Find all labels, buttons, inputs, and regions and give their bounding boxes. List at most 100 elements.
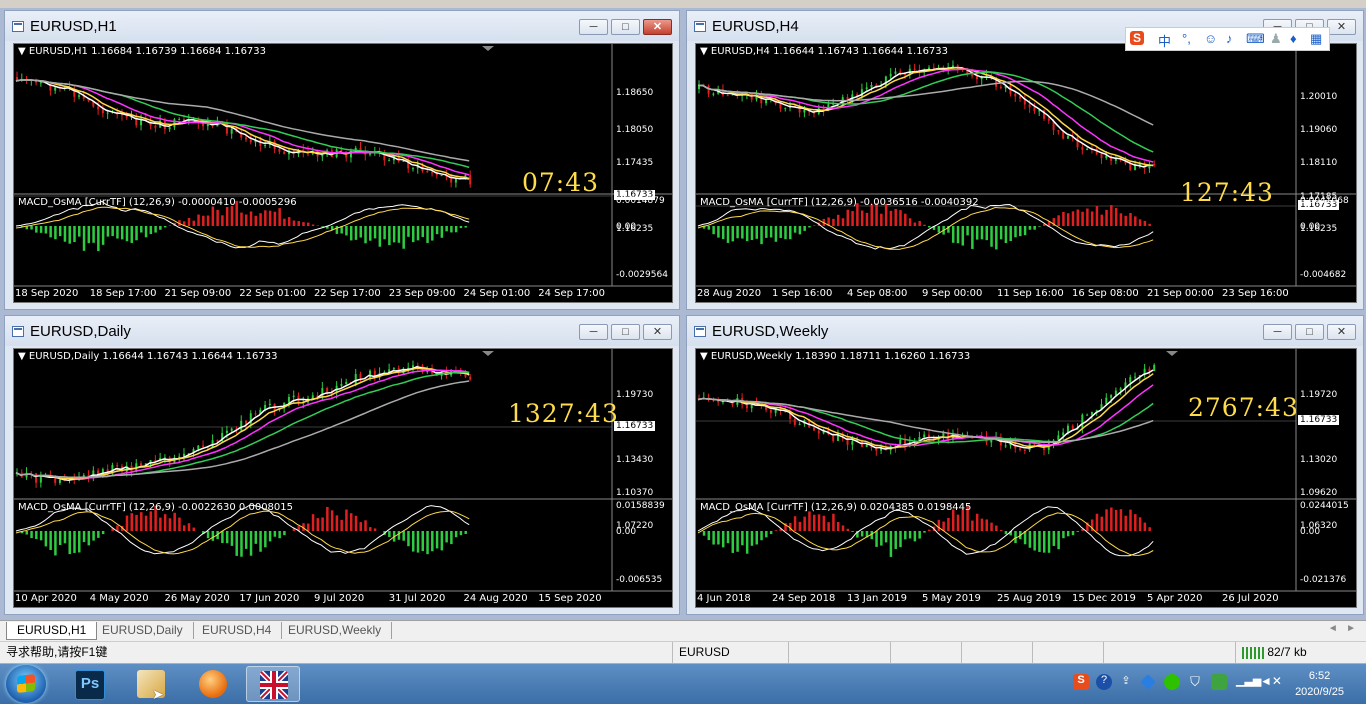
chart-shift-marker	[482, 351, 494, 356]
shirt-icon[interactable]: ♦	[1290, 31, 1297, 46]
macd-histogram-bar	[83, 531, 86, 542]
macd-histogram-bar	[293, 221, 296, 226]
macd-histogram-bar	[918, 221, 921, 226]
chart-window-weekly[interactable]: EURUSD,Weekly ─ □ ✕ ▼ EURUSD,Weekly 1.18…	[686, 315, 1364, 615]
window-titlebar[interactable]: EURUSD,Weekly ─ □ ✕	[687, 316, 1363, 346]
window-titlebar[interactable]: EURUSD,H1 ─ □ ✕	[5, 11, 679, 41]
tab-eurusd-daily[interactable]: EURUSD,Daily	[92, 622, 194, 639]
macd-histogram-bar	[990, 523, 993, 531]
macd-histogram-bar	[188, 218, 191, 226]
candle-body	[164, 121, 166, 129]
chart-window-daily[interactable]: EURUSD,Daily ─ □ ✕ ▼ EURUSD,Daily 1.1664…	[4, 315, 680, 615]
close-button[interactable]: ✕	[1327, 19, 1356, 35]
ime-toolbar[interactable]: S 中 °, ☺ ♪ ⌨ ♟ ♦ ▦	[1125, 27, 1330, 51]
maximize-button[interactable]: □	[1295, 324, 1324, 340]
maximize-button[interactable]: □	[611, 324, 640, 340]
minimize-button[interactable]: ─	[579, 19, 608, 35]
emoji-icon[interactable]: ☺	[1204, 31, 1217, 46]
macd-histogram-bar	[952, 226, 955, 243]
help-tray-icon[interactable]: ?	[1096, 674, 1112, 690]
user-icon[interactable]: ♟	[1270, 31, 1282, 47]
price-chart[interactable]: ▼ EURUSD,Weekly 1.18390 1.18711 1.16260 …	[695, 348, 1357, 608]
chart-window-h4[interactable]: EURUSD,H4 ─ □ ✕ ▼ EURUSD,H4 1.16644 1.16…	[686, 10, 1364, 310]
candle-body	[340, 149, 342, 151]
chart-canvas	[696, 349, 1357, 608]
candle-body	[469, 175, 471, 184]
keyboard-icon[interactable]: ⌨	[1246, 31, 1265, 47]
maximize-button[interactable]: □	[611, 19, 640, 35]
macd-histogram-bar	[250, 531, 253, 556]
connection-status[interactable]: 82/7 kb	[1235, 642, 1362, 663]
chart-window-h1[interactable]: EURUSD,H1 ─ □ ✕ ▼ EURUSD,H1 1.16684 1.16…	[4, 10, 680, 310]
candle-body	[293, 396, 295, 397]
macd-histogram-bar	[1077, 531, 1080, 532]
macd-histogram-bar	[326, 507, 329, 531]
macd-histogram-bar	[407, 226, 410, 237]
macd-histogram-bar	[245, 531, 248, 549]
shield-tray-icon[interactable]: ⛉	[1187, 674, 1203, 690]
macd-histogram-bar	[847, 529, 850, 531]
tab-scroll-arrows[interactable]: ◄ ►	[1328, 623, 1356, 634]
punctuation-icon[interactable]: °,	[1182, 31, 1191, 46]
minimize-button[interactable]: ─	[579, 324, 608, 340]
macd-histogram-bar	[708, 531, 711, 540]
tab-eurusd-h1[interactable]: EURUSD,H1	[6, 622, 97, 640]
microphone-icon[interactable]: ♪	[1226, 31, 1233, 46]
security-tray-icon[interactable]	[1211, 674, 1227, 690]
date-axis-label: 5 May 2019	[922, 593, 981, 604]
date-axis-label: 26 Jul 2020	[1222, 593, 1279, 604]
wechat-tray-icon[interactable]	[1164, 674, 1180, 690]
taskbar-media-player[interactable]	[186, 666, 240, 702]
start-button[interactable]	[6, 665, 46, 703]
candle-body	[1081, 415, 1083, 428]
date-axis-label: 24 Sep 17:00	[538, 288, 605, 299]
candle-body	[226, 431, 228, 433]
show-hidden-icons-icon[interactable]: ⇪	[1118, 674, 1134, 690]
sogou-tray-icon[interactable]: S	[1073, 674, 1089, 690]
macd-histogram-bar	[981, 226, 984, 239]
macd-histogram-bar	[746, 226, 749, 241]
macd-histogram-bar	[445, 226, 448, 231]
tab-eurusd-weekly[interactable]: EURUSD,Weekly	[278, 622, 392, 639]
candle-body	[197, 446, 199, 450]
candle-body	[431, 172, 433, 173]
close-button[interactable]: ✕	[643, 19, 672, 35]
macd-histogram-bar	[1096, 206, 1099, 226]
network-signal-icon[interactable]: ▁▃▅	[1236, 674, 1252, 690]
price-chart[interactable]: ▼ EURUSD,Daily 1.16644 1.16743 1.16644 1…	[13, 348, 673, 608]
ma-line-magenta	[16, 370, 469, 478]
taskbar-metatrader[interactable]	[246, 666, 300, 702]
chart-window-icon	[694, 326, 706, 337]
volume-muted-icon[interactable]: ◄✕	[1260, 674, 1276, 690]
close-button[interactable]: ✕	[643, 324, 672, 340]
macd-histogram-bar	[995, 526, 998, 531]
taskbar-drawing-app[interactable]: ➤	[124, 666, 178, 702]
system-clock[interactable]: 6:52 2020/9/25	[1295, 668, 1344, 700]
grid-icon[interactable]: ▦	[1310, 31, 1322, 47]
symbol-header-text: EURUSD,H4 1.16644 1.16743 1.16644 1.1673…	[711, 46, 948, 57]
macd-histogram-bar	[823, 516, 826, 531]
macd-histogram-bar	[904, 214, 907, 226]
ime-mode-indicator[interactable]: 中	[1158, 31, 1171, 50]
price-chart[interactable]: ▼ EURUSD,H4 1.16644 1.16743 1.16644 1.16…	[695, 43, 1357, 303]
window-titlebar[interactable]: EURUSD,Daily ─ □ ✕	[5, 316, 679, 346]
price-chart[interactable]: ▼ EURUSD,H1 1.16684 1.16739 1.16684 1.16…	[13, 43, 673, 303]
minimize-button[interactable]: ─	[1263, 324, 1292, 340]
tab-eurusd-h4[interactable]: EURUSD,H4	[192, 622, 282, 639]
macd-histogram-bar	[760, 226, 763, 244]
macd-histogram-bar	[890, 531, 893, 557]
sogou-icon[interactable]: S	[1130, 31, 1144, 45]
taskbar-photoshop[interactable]: Ps	[62, 666, 116, 702]
feather-tray-icon[interactable]	[1140, 674, 1156, 690]
candle-body	[226, 123, 228, 134]
macd-histogram-bar	[794, 226, 797, 233]
candle-body	[135, 116, 137, 125]
close-button[interactable]: ✕	[1327, 324, 1356, 340]
macd-histogram-bar	[126, 516, 128, 531]
candle-body	[178, 457, 180, 458]
macd-label: MACD_OsMA [CurrTF] (12,26,9) -0.0022630 …	[18, 502, 293, 513]
macd-histogram-bar	[45, 226, 48, 234]
candle-body	[312, 395, 314, 398]
macd-histogram-bar	[169, 225, 172, 226]
macd-histogram-bar	[1124, 216, 1127, 226]
